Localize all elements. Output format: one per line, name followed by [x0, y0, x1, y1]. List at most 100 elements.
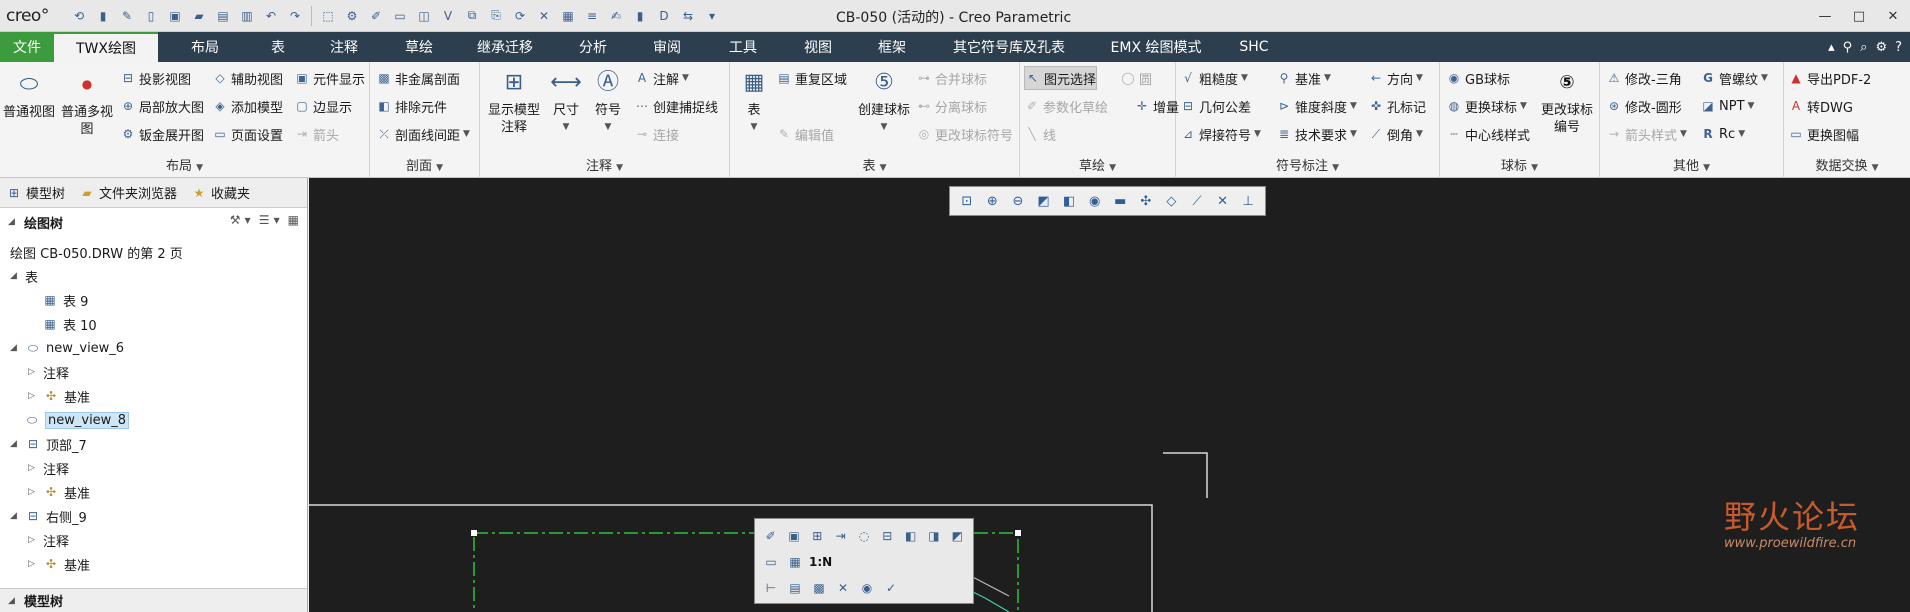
redo-icon[interactable]: ↷	[284, 5, 306, 27]
expand-icon[interactable]: ▷	[28, 463, 38, 473]
replace-frame-button[interactable]: ▭ 更换图幅	[1788, 122, 1859, 146]
maximize-button[interactable]: □	[1842, 0, 1876, 32]
page-icon[interactable]: ▭	[761, 552, 781, 572]
settings-icon[interactable]: ⚙	[1875, 40, 1887, 55]
create-balloon-button[interactable]: ⑤ 创建球标 ▼	[852, 66, 916, 136]
axis-display-icon[interactable]: ⟋	[1186, 190, 1208, 212]
check-icon[interactable]: ✓	[881, 578, 901, 598]
edge-display-button[interactable]: ▢ 边显示	[294, 94, 352, 118]
change-balloon-symbol-button[interactable]: ◎ 更改球标符号	[916, 122, 1013, 146]
detail-view-button[interactable]: ⊕ 局部放大图	[120, 94, 204, 118]
npt-button[interactable]: ◪ NPT ▼	[1700, 94, 1754, 118]
entity-select-button[interactable]: ↖ 图元选择	[1024, 66, 1098, 90]
named-view-icon[interactable]: ▬	[1109, 190, 1131, 212]
v2-icon[interactable]: V	[437, 5, 459, 27]
tree-item-annotation[interactable]: ▷ 注释	[28, 361, 69, 383]
snap-line-button[interactable]: ⋯ 创建捕捉线	[634, 94, 718, 118]
tab-view[interactable]: 视图	[782, 32, 854, 62]
point-display-icon[interactable]: ✕	[1212, 190, 1234, 212]
collapse-icon[interactable]: ◢	[10, 511, 20, 521]
grid-icon[interactable]: ▦	[557, 5, 579, 27]
exclude-component-button[interactable]: ◧ 排除元件	[376, 94, 447, 118]
datum-button[interactable]: ⚲ 基准 ▼	[1276, 66, 1331, 90]
tab-analysis[interactable]: 分析	[556, 32, 630, 62]
tree-item-sheet[interactable]: 绘图 CB-050.DRW 的第 2 页	[10, 241, 183, 263]
properties-icon[interactable]: ▤	[785, 578, 805, 598]
expand-icon[interactable]: ▷	[28, 367, 38, 377]
align-icon[interactable]: ≡	[581, 5, 603, 27]
tree-filter-icon[interactable]: ▦	[288, 213, 299, 227]
help-icon[interactable]: ?	[1895, 40, 1902, 55]
split-balloon-button[interactable]: ⊷ 分离球标	[916, 94, 987, 118]
increment-button[interactable]: ✛ 增量	[1134, 94, 1179, 118]
circle-button[interactable]: ◯ 圆	[1120, 66, 1152, 90]
display-style-icon[interactable]: ◧	[1058, 190, 1080, 212]
tree-item-view-6[interactable]: ◢ ⬭ new_view_6	[10, 337, 124, 359]
line-button[interactable]: ╲ 线	[1024, 122, 1056, 146]
tab-symbol-library[interactable]: 其它符号库及孔表	[930, 32, 1088, 62]
search-icon[interactable]: ⚲	[1843, 40, 1853, 55]
tab-tools[interactable]: 工具	[704, 32, 782, 62]
tab-layout[interactable]: 布局	[158, 32, 252, 62]
repeat-region-button[interactable]: ▤ 重复区域	[776, 66, 847, 90]
taper-button[interactable]: ⊳ 锥度斜度 ▼	[1276, 94, 1357, 118]
gb-balloon-button[interactable]: ◉ GB球标	[1446, 66, 1510, 90]
tree-item-annotation[interactable]: ▷ 注释	[28, 457, 69, 479]
hatch-icon[interactable]: ▩	[809, 578, 829, 598]
show-model-annotation-button[interactable]: ⊞ 显示模型注释	[484, 66, 544, 136]
tab-folder-browser[interactable]: ▰ 文件夹浏览器	[79, 183, 177, 203]
table-button[interactable]: ▦ 表 ▼	[734, 66, 774, 136]
collapse-icon[interactable]: ◢	[10, 439, 20, 449]
arrow-button[interactable]: ⇥ 箭头	[294, 122, 339, 146]
edit-value-button[interactable]: ✎ 编辑值	[776, 122, 834, 146]
tab-sketch[interactable]: 草绘	[384, 32, 454, 62]
expand-icon[interactable]: ▷	[28, 487, 38, 497]
tree-columns-icon[interactable]: ☰ ▾	[259, 213, 280, 227]
dimension-button[interactable]: ⟷ 尺寸 ▼	[546, 66, 586, 136]
tree-item-tables[interactable]: ◢ 表	[10, 265, 38, 287]
tab-twx-drawing[interactable]: TWX绘图	[54, 32, 158, 62]
tree-item-right-9[interactable]: ◢ ⊟ 右侧_9	[10, 505, 87, 527]
pen-icon[interactable]: ✎	[116, 5, 138, 27]
pipe-thread-button[interactable]: G 管螺纹 ▼	[1700, 66, 1768, 90]
show-icon[interactable]: ◉	[857, 578, 877, 598]
tab-favorites[interactable]: ★ 收藏夹	[191, 183, 250, 203]
cube-iso-icon[interactable]: ◩	[948, 526, 967, 546]
scale-view-icon[interactable]: ⊞	[808, 526, 827, 546]
hatch-spacing-button[interactable]: ⤫ 剖面线间距 ▼	[376, 122, 470, 146]
tree-item-top-7[interactable]: ◢ ⊟ 顶部_7	[10, 433, 87, 455]
param-sketch-button[interactable]: ✐ 参数化草绘	[1024, 94, 1108, 118]
tree-item-table-9[interactable]: ▦ 表 9	[42, 289, 88, 311]
save-as-icon[interactable]: ▥	[236, 5, 258, 27]
detail-view-icon[interactable]: ◌	[854, 526, 873, 546]
tree-item-table-10[interactable]: ▦ 表 10	[42, 313, 96, 335]
tab-model-tree[interactable]: ⊞ 模型树	[6, 183, 65, 203]
paint-icon[interactable]: ✐	[761, 526, 780, 546]
page-setup-button[interactable]: ▭ 页面设置	[212, 122, 283, 146]
plane-display-icon[interactable]: ◇	[1161, 190, 1183, 212]
window-icon[interactable]: ▣	[164, 5, 186, 27]
non-metal-section-button[interactable]: ▩ 非金属剖面	[376, 66, 460, 90]
regenerate-icon[interactable]: ⟲	[68, 5, 90, 27]
open-icon[interactable]: ▰	[188, 5, 210, 27]
csys-display-icon[interactable]: ⊥	[1237, 190, 1259, 212]
tech-req-button[interactable]: ≣ 技术要求 ▼	[1276, 122, 1357, 146]
roughness-button[interactable]: √ 粗糙度 ▼	[1180, 66, 1248, 90]
tab-frame[interactable]: 框架	[854, 32, 930, 62]
graphics-area[interactable]: ⊡ ⊕ ⊖ ◩ ◧ ◉ ▬ ✣ ◇ ⟋ ✕ ⊥ ✐ ▣ ⊞ ⇥ ◌ ⊟ ◧ ◨ …	[309, 178, 1910, 612]
paste-icon[interactable]: ⎘	[485, 5, 507, 27]
tab-legacy-migration[interactable]: 继承迁移	[454, 32, 556, 62]
delete-icon[interactable]: ✕	[833, 578, 853, 598]
centerline-style-button[interactable]: ┄ 中心线样式	[1446, 122, 1530, 146]
sheetmetal-flat-button[interactable]: ⚙ 钣金展开图	[120, 122, 204, 146]
layer-icon[interactable]: ◫	[413, 5, 435, 27]
hole-mark-button[interactable]: ✜ 孔标记	[1368, 94, 1426, 118]
collapse-icon[interactable]: ◢	[10, 271, 20, 281]
rc-button[interactable]: R Rc ▼	[1700, 122, 1745, 146]
projection-view-button[interactable]: ⊟ 投影视图	[120, 66, 191, 90]
modify-circle-button[interactable]: ⊛ 修改-圆形	[1606, 94, 1682, 118]
tab-annotate[interactable]: 注释	[304, 32, 384, 62]
chamfer-button[interactable]: ⟋ 倒角 ▼	[1368, 122, 1423, 146]
aux-view-button[interactable]: ◇ 辅助视图	[212, 66, 283, 90]
tool-icon[interactable]: ⚙	[341, 5, 363, 27]
